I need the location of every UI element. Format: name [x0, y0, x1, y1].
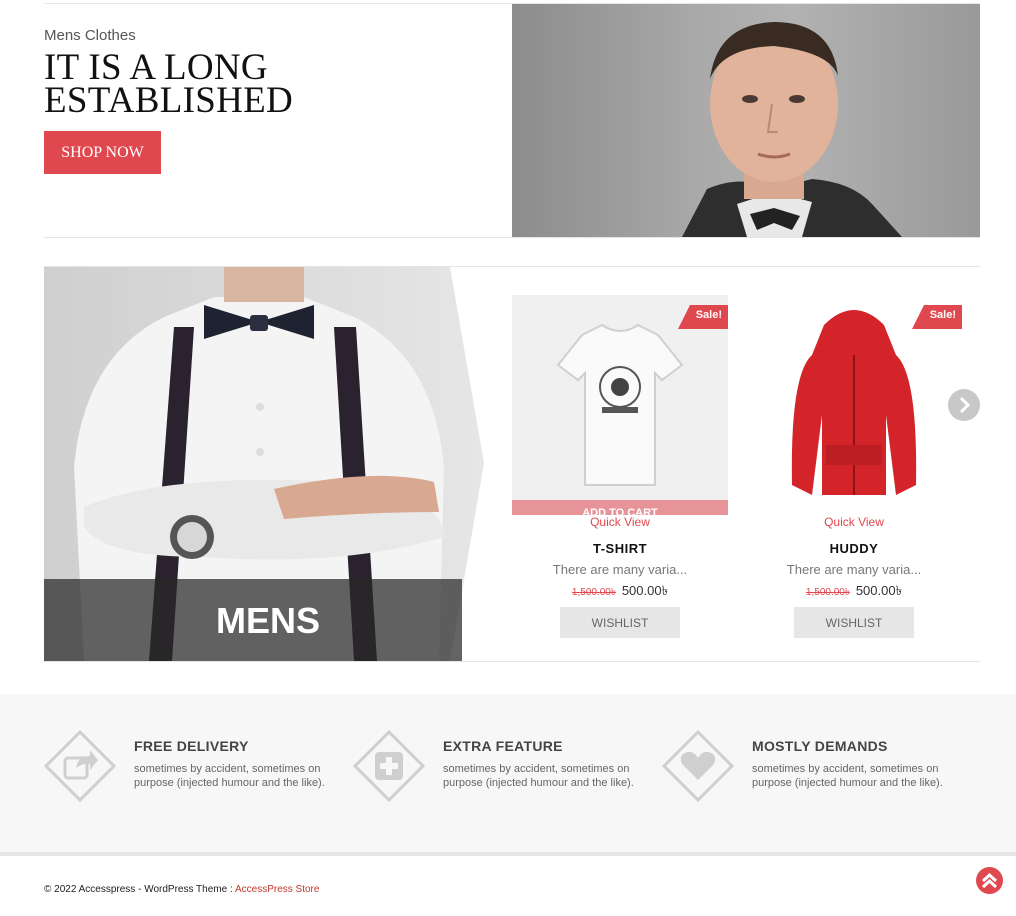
shop-now-button[interactable]: SHOP NOW — [44, 131, 161, 174]
product-description: There are many varia... — [786, 562, 922, 577]
category-label[interactable]: MENS — [44, 600, 492, 642]
share-icon — [43, 729, 117, 803]
footer-top-border — [0, 852, 1016, 856]
footer-copyright: © 2022 Accesspress - WordPress Theme : A… — [44, 884, 320, 895]
footer-theme-link[interactable]: AccessPress Store — [235, 884, 319, 895]
feature-title: MOSTLY DEMANDS — [752, 738, 888, 754]
old-price: 1,500.00৳ — [571, 587, 616, 598]
heart-icon — [661, 729, 735, 803]
hero-bottom-divider — [44, 237, 980, 238]
product-image[interactable]: Sale! ADD TO CART — [512, 295, 728, 515]
products-bottom-divider — [44, 661, 980, 662]
wishlist-button[interactable]: WISHLIST — [794, 607, 914, 638]
product-image[interactable]: Sale! — [746, 295, 962, 515]
sale-badge: Sale! — [678, 305, 728, 329]
hero-title: IT IS A LONG ESTABLISHED — [44, 47, 294, 121]
double-chevron-up-icon — [981, 872, 998, 889]
features-section: FREE DELIVERY sometimes by accident, som… — [0, 694, 1016, 852]
feature-text: sometimes by accident, sometimes on purp… — [443, 763, 634, 789]
back-to-top-button[interactable] — [976, 867, 1003, 894]
hero-model-image — [512, 4, 980, 237]
product-description: There are many varia... — [552, 562, 688, 577]
sale-price: 500.00৳ — [621, 583, 669, 598]
hero-subtitle: Mens Clothes — [44, 27, 136, 44]
feature-free-delivery: FREE DELIVERY sometimes by accident, som… — [43, 729, 344, 810]
feature-title: FREE DELIVERY — [134, 738, 249, 754]
feature-text: sometimes by accident, sometimes on purp… — [134, 763, 325, 789]
product-price: 1,500.00৳ 500.00৳ — [746, 582, 962, 603]
feature-text: sometimes by accident, sometimes on purp… — [752, 763, 943, 789]
sale-price: 500.00৳ — [855, 583, 903, 598]
product-name[interactable]: T-SHIRT — [512, 541, 728, 556]
feature-title: EXTRA FEATURE — [443, 738, 563, 754]
quick-view-link[interactable]: Quick View — [512, 515, 728, 529]
product-name[interactable]: HUDDY — [746, 541, 962, 556]
feature-mostly-demands: MOSTLY DEMANDS sometimes by accident, so… — [661, 729, 962, 810]
carousel-next-button[interactable] — [948, 389, 980, 421]
add-to-cart-button[interactable]: ADD TO CART — [512, 500, 728, 515]
plus-icon — [352, 729, 426, 803]
chevron-right-icon — [959, 396, 971, 414]
product-price: 1,500.00৳ 500.00৳ — [512, 582, 728, 603]
old-price: 1,500.00৳ — [805, 587, 850, 598]
feature-extra-feature: EXTRA FEATURE sometimes by accident, som… — [352, 729, 653, 810]
wishlist-button[interactable]: WISHLIST — [560, 607, 680, 638]
sale-badge: Sale! — [912, 305, 962, 329]
quick-view-link[interactable]: Quick View — [746, 515, 962, 529]
